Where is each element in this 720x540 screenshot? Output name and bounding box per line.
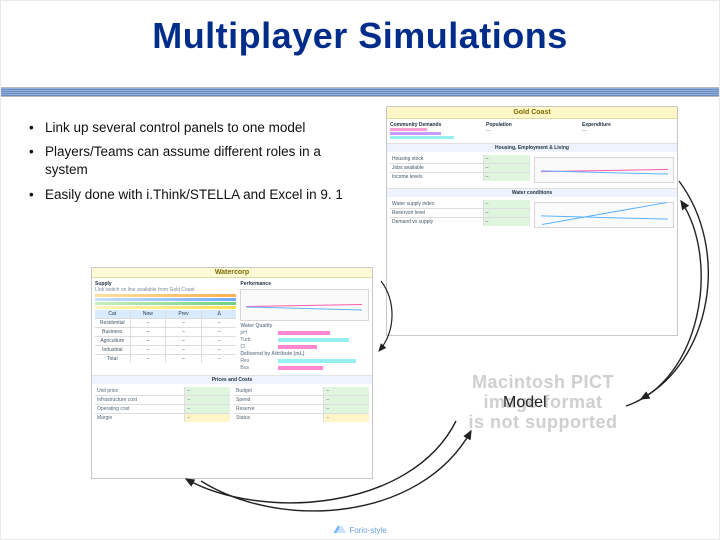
bullet-icon: • bbox=[29, 143, 45, 179]
slide-title: Multiplayer Simulations bbox=[1, 15, 719, 57]
panel-section: Housing, Employment & Living bbox=[387, 143, 677, 152]
panel-subheading: Delivered by Attribute (mL) bbox=[240, 351, 369, 357]
pict-line: Macintosh PICT bbox=[403, 373, 683, 393]
mini-chart bbox=[534, 202, 674, 228]
mini-table: Housing stock– Jobs available– Income le… bbox=[390, 155, 530, 181]
panel-subheading: Water Quality bbox=[240, 323, 369, 329]
stripe bbox=[95, 306, 236, 309]
footer-text: Forio-style bbox=[349, 526, 386, 535]
bullet-item: • Easily done with i.Think/STELLA and Ex… bbox=[29, 186, 359, 204]
bullet-list: • Link up several control panels to one … bbox=[29, 119, 359, 210]
panel-gold-coast: Gold Coast Community Demands Population … bbox=[386, 106, 678, 336]
pict-line: is not supported bbox=[403, 413, 683, 433]
bullet-text: Easily done with i.Think/STELLA and Exce… bbox=[45, 186, 359, 204]
panel-watercorp: Watercorp Supply Link switch on line ava… bbox=[91, 267, 373, 479]
mini-bars bbox=[390, 128, 482, 139]
bullet-item: • Link up several control panels to one … bbox=[29, 119, 359, 137]
stripe bbox=[95, 302, 236, 305]
logo-icon bbox=[333, 525, 345, 535]
mini-table: Unit price– Infrastructure cost– Operati… bbox=[95, 387, 230, 422]
panel-title: Gold Coast bbox=[387, 107, 677, 119]
panel-title: Watercorp bbox=[92, 268, 372, 278]
stripe bbox=[95, 298, 236, 301]
mini-chart bbox=[240, 289, 369, 321]
bullet-icon: • bbox=[29, 119, 45, 137]
bullet-text: Link up several control panels to one mo… bbox=[45, 119, 359, 137]
footer-logo: Forio-style bbox=[333, 525, 386, 535]
panel-note: Link switch on line available from Gold … bbox=[95, 287, 236, 293]
bullet-text: Players/Teams can assume different roles… bbox=[45, 143, 359, 179]
model-label: Model bbox=[503, 394, 547, 412]
panel-subheading: Performance bbox=[240, 281, 369, 287]
panel-section: Prices and Costs bbox=[92, 375, 372, 384]
mini-table: CatNowPrevΔ Residential––– Business––– A… bbox=[95, 310, 236, 363]
mini-table: Water supply index– Reservoir level– Dem… bbox=[390, 200, 530, 226]
divider-bar bbox=[1, 87, 719, 97]
mini-table: Budget– Spend– Reserve– Status– bbox=[234, 387, 369, 422]
bullet-item: • Players/Teams can assume different rol… bbox=[29, 143, 359, 179]
mini-chart bbox=[534, 157, 674, 183]
slide: Multiplayer Simulations • Link up severa… bbox=[0, 0, 720, 540]
panel-section: Water conditions bbox=[387, 188, 677, 197]
stripe bbox=[95, 294, 236, 297]
bullet-icon: • bbox=[29, 186, 45, 204]
panel-value: — bbox=[486, 128, 578, 134]
panel-value: — bbox=[582, 128, 674, 134]
